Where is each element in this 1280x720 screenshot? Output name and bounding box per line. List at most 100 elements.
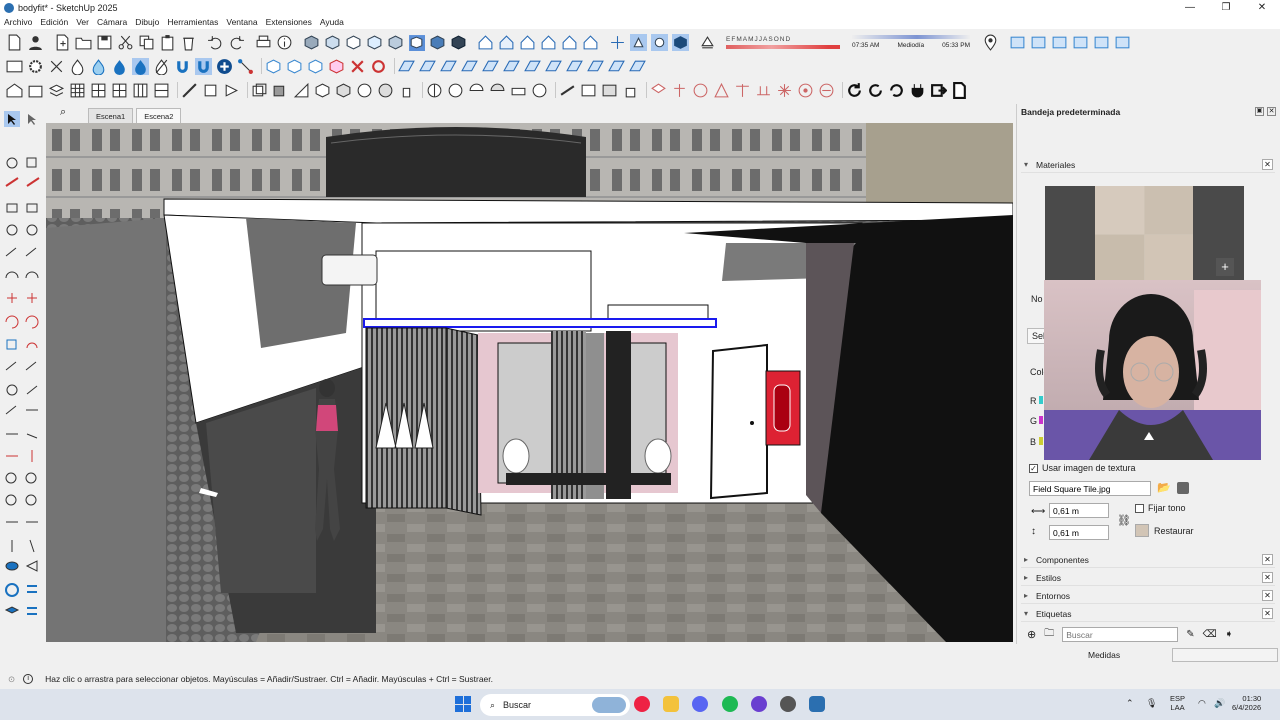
tool-l-icon[interactable]: [601, 82, 618, 99]
layout-6-icon[interactable]: [1114, 34, 1131, 51]
mic-icon[interactable]: 🎙: [1146, 698, 1157, 709]
volume-icon[interactable]: 🔊: [1214, 698, 1225, 709]
pencil-icon[interactable]: ✎: [1186, 629, 1194, 640]
create-material-icon[interactable]: +: [1216, 258, 1234, 276]
solid-6-icon[interactable]: [356, 82, 373, 99]
ext-8-icon[interactable]: [797, 82, 814, 99]
model-viewport[interactable]: [46, 123, 1013, 642]
cut-icon[interactable]: [117, 34, 134, 51]
ext-7-icon[interactable]: [776, 82, 793, 99]
surface-2-icon[interactable]: [419, 58, 436, 75]
tool-a-icon[interactable]: [181, 82, 198, 99]
ext-3-icon[interactable]: [692, 82, 709, 99]
tray-expand-icon[interactable]: ⌃: [1126, 698, 1134, 709]
obs-icon[interactable]: [751, 696, 767, 712]
layout-3-icon[interactable]: [1051, 34, 1068, 51]
surface-10-icon[interactable]: [587, 58, 604, 75]
orbit-icon[interactable]: [609, 34, 626, 51]
materials-panel-header[interactable]: ▾ Materiales ✕: [1021, 157, 1275, 173]
chrome-icon[interactable]: [634, 696, 650, 712]
shadows-toggle-icon[interactable]: [699, 34, 716, 51]
grid-2-icon[interactable]: [90, 82, 107, 99]
surface-5-icon[interactable]: [482, 58, 499, 75]
pan-icon[interactable]: [630, 33, 647, 51]
add-tag-icon[interactable]: ⊕: [1027, 628, 1036, 641]
browse-folder-icon[interactable]: 📂: [1157, 481, 1171, 494]
solid-3-icon[interactable]: [293, 82, 310, 99]
surface-7-icon[interactable]: [524, 58, 541, 75]
solid-5-icon[interactable]: [335, 82, 352, 99]
wifi-icon[interactable]: ◠: [1198, 698, 1206, 709]
tool-e-icon[interactable]: [447, 82, 464, 99]
surface-9-icon[interactable]: [566, 58, 583, 75]
solid-4-icon[interactable]: [314, 82, 331, 99]
eraser-icon[interactable]: ⌫: [1203, 629, 1217, 640]
delete-icon[interactable]: [180, 34, 197, 51]
shape-6-icon[interactable]: [370, 58, 387, 75]
tray-close-icon[interactable]: ✕: [1267, 107, 1276, 116]
surface-12-icon[interactable]: [629, 58, 646, 75]
clock[interactable]: 01:30 6/4/2026: [1232, 694, 1261, 712]
grid-4-icon[interactable]: [132, 82, 149, 99]
new-file-icon[interactable]: [6, 34, 23, 51]
drop-slash-icon[interactable]: [153, 58, 170, 75]
add-circle-icon[interactable]: [216, 58, 233, 75]
menu-herramientas[interactable]: Herramientas: [167, 17, 218, 27]
right-view-icon[interactable]: [366, 34, 383, 51]
use-texture-checkbox[interactable]: ✓: [1029, 463, 1038, 473]
sync-icon[interactable]: [888, 82, 905, 99]
front-view-icon[interactable]: [345, 34, 362, 51]
copy-icon[interactable]: [138, 34, 155, 51]
redo-icon[interactable]: [228, 34, 245, 51]
menu-archivo[interactable]: Archivo: [4, 17, 32, 27]
grid-1-icon[interactable]: [69, 82, 86, 99]
print-icon[interactable]: [255, 34, 272, 51]
ext-9-icon[interactable]: [818, 82, 835, 99]
house-style-3-icon[interactable]: [519, 34, 536, 51]
shape-5-icon[interactable]: [349, 58, 366, 75]
tool-f-icon[interactable]: [468, 82, 485, 99]
tool-i-icon[interactable]: [531, 82, 548, 99]
surface-1-icon[interactable]: [398, 58, 415, 75]
paste-icon[interactable]: [159, 34, 176, 51]
settings-gear-icon[interactable]: [27, 58, 44, 75]
save-icon[interactable]: [96, 34, 113, 51]
house-style-6-icon[interactable]: [582, 34, 599, 51]
restore-row[interactable]: Restaurar: [1135, 524, 1194, 537]
tags-panel-header[interactable]: ▾ Etiquetas ✕: [1021, 606, 1275, 622]
house-style-5-icon[interactable]: [561, 34, 578, 51]
layout-2-icon[interactable]: [1030, 34, 1047, 51]
tool-m-icon[interactable]: [622, 82, 639, 99]
restore-swatch[interactable]: [1135, 524, 1149, 537]
fix-tone-checkbox[interactable]: [1135, 503, 1144, 513]
add-folder-icon[interactable]: 🗀: [1044, 626, 1054, 643]
language-indicator[interactable]: ESP LAA: [1170, 694, 1185, 712]
ext-6-icon[interactable]: [755, 82, 772, 99]
refresh-alt-icon[interactable]: [867, 82, 884, 99]
shadow-settings[interactable]: EFMAMJJASOND 07:35 AM Mediodía 05:33 PM: [726, 35, 970, 49]
tool-g-icon[interactable]: [489, 82, 506, 99]
geo-location-icon[interactable]: [982, 34, 999, 51]
app-icon[interactable]: [780, 696, 796, 712]
menu-dibujo[interactable]: Dibujo: [135, 17, 159, 27]
shape-4-icon[interactable]: [328, 58, 345, 75]
export-icon[interactable]: [930, 82, 947, 99]
layout-5-icon[interactable]: [1093, 34, 1110, 51]
scene-render[interactable]: [46, 123, 1013, 642]
zoom-camera-icon[interactable]: [651, 33, 668, 51]
month-slider[interactable]: [726, 44, 840, 49]
texture-file-field[interactable]: [1029, 481, 1151, 496]
hand-tool-icon[interactable]: [398, 82, 415, 99]
layers-icon[interactable]: [48, 82, 65, 99]
line-node-icon[interactable]: [237, 58, 254, 75]
back-view-icon[interactable]: [387, 34, 404, 51]
model-info-icon[interactable]: [276, 34, 293, 51]
r-slider[interactable]: [1039, 396, 1043, 404]
solid-1-icon[interactable]: [251, 82, 268, 99]
surface-8-icon[interactable]: [545, 58, 562, 75]
tool-h-icon[interactable]: [510, 82, 527, 99]
texture-width-field[interactable]: [1049, 503, 1109, 518]
search-icon[interactable]: ⌕: [60, 106, 66, 119]
drop-outline-icon[interactable]: [69, 58, 86, 75]
account-icon[interactable]: [27, 34, 44, 51]
